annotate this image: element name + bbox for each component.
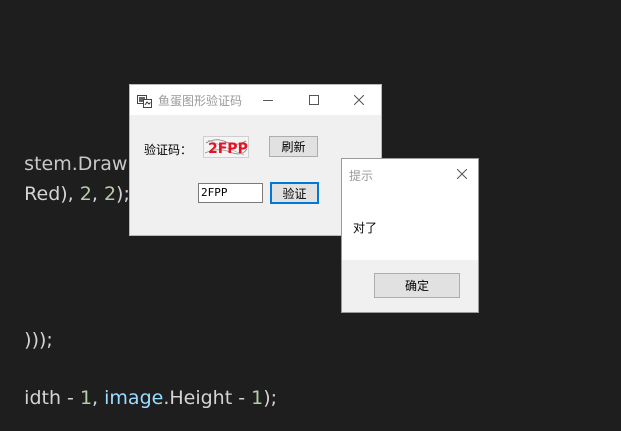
refresh-button[interactable]: 刷新	[269, 136, 318, 157]
code-token: 1	[251, 387, 264, 409]
dialog-title: 提示	[349, 169, 374, 183]
close-icon	[457, 169, 467, 179]
code-token: );	[263, 387, 278, 409]
code-token: 1	[79, 387, 93, 409]
minimize-icon	[263, 100, 273, 101]
close-button[interactable]	[336, 85, 382, 115]
code-token: idth -	[24, 387, 80, 409]
code-token: .Height -	[163, 387, 252, 409]
code-token: )));	[24, 329, 53, 351]
minimize-button[interactable]	[245, 85, 291, 115]
code-line: Red), 2, 2);	[0, 161, 130, 227]
maximize-button[interactable]	[291, 85, 337, 115]
code-token: 2	[79, 183, 92, 205]
captcha-image: 2FPP	[203, 136, 249, 158]
dialog-close-button[interactable]	[446, 159, 478, 189]
code-token: ,	[91, 183, 104, 205]
code-line: idth - 1, image.Height - 1);	[0, 365, 277, 431]
code-token: image	[104, 387, 164, 409]
captcha-text: 2FPP	[208, 141, 248, 157]
close-icon	[354, 95, 364, 105]
ok-button[interactable]: 确定	[374, 273, 460, 298]
dialog-message: 对了	[353, 221, 378, 235]
code-token: 2	[103, 183, 117, 205]
message-dialog: 提示 对了 确定	[341, 158, 479, 313]
captcha-label: 验证码：	[144, 143, 193, 157]
code-token: ,	[92, 387, 105, 409]
window-titlebar[interactable]: 鱼蛋图形验证码	[130, 85, 381, 115]
window-title: 鱼蛋图形验证码	[158, 94, 243, 108]
code-token: Red),	[24, 183, 80, 205]
maximize-icon	[309, 95, 319, 105]
dialog-footer: 确定	[342, 260, 478, 312]
verify-button[interactable]: 验证	[270, 182, 319, 204]
code-token: );	[116, 183, 130, 205]
code-line: )));	[0, 307, 53, 373]
captcha-input[interactable]: 2FPP	[198, 183, 263, 203]
app-icon	[137, 93, 153, 108]
